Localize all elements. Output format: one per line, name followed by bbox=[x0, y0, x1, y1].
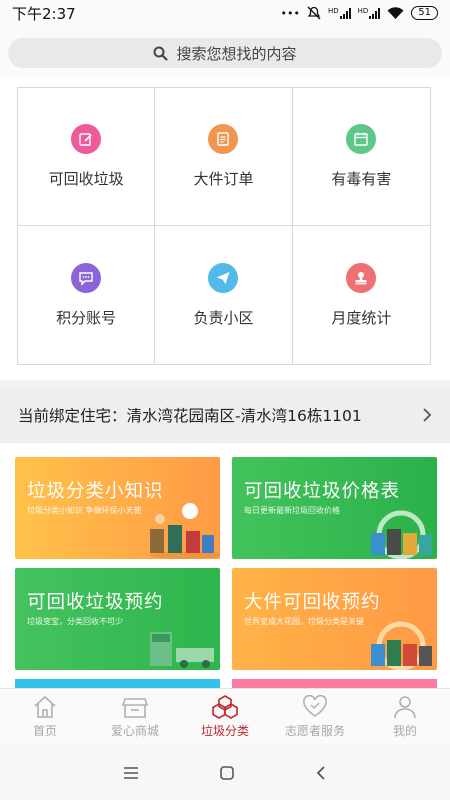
home-square-icon[interactable] bbox=[219, 765, 235, 781]
function-grid-section: 可回收垃圾 大件订单 有毒有害 积分账号 负责小区 月度统计 bbox=[0, 76, 450, 380]
tab-home[interactable]: 首页 bbox=[0, 689, 90, 745]
system-navigation-bar bbox=[0, 745, 450, 800]
bulky-recycling-illustration-icon bbox=[371, 621, 432, 670]
wifi-icon bbox=[387, 6, 404, 19]
hexagon-icon bbox=[212, 695, 238, 719]
chevron-right-icon bbox=[423, 408, 432, 422]
status-time: 下午2:37 bbox=[12, 4, 76, 23]
grid-item-monthly-stats[interactable]: 月度统计 bbox=[293, 226, 430, 364]
signal-1: HD bbox=[328, 7, 351, 19]
feature-banners: 垃圾分类小知识 垃圾分类小知识 争做环保小天使 可回收垃圾价格表 每日更新最新垃… bbox=[0, 443, 450, 688]
tab-label: 我的 bbox=[392, 724, 417, 738]
more-dots-icon: ••• bbox=[280, 6, 300, 20]
tab-label: 志愿者服务 bbox=[284, 724, 345, 738]
grid-item-communities[interactable]: 负责小区 bbox=[155, 226, 293, 364]
hd-label-2: HD bbox=[357, 7, 369, 15]
user-icon bbox=[394, 696, 416, 719]
tab-waste-sorting[interactable]: 垃圾分类 bbox=[180, 689, 270, 745]
heart-icon bbox=[303, 695, 327, 717]
bottom-tab-bar: 首页 爱心商城 垃圾分类 志愿者服务 我的 bbox=[0, 688, 450, 745]
banner-subtitle: 世界变成大花园，垃圾分类是关键 bbox=[244, 617, 364, 626]
app-screen: 下午2:37 ••• HD HD 51 搜索您想找的内容 可回收垃圾 大件订单 … bbox=[0, 0, 450, 800]
grid-item-label: 月度统计 bbox=[331, 308, 392, 327]
status-bar: 下午2:37 ••• HD HD 51 bbox=[0, 0, 450, 26]
trash-bins-illustration-icon bbox=[149, 503, 220, 559]
banner-recyclable-booking[interactable]: 可回收垃圾预约 垃圾变宝，分类回收不可少 bbox=[15, 568, 220, 670]
tab-label: 首页 bbox=[32, 724, 57, 738]
shop-icon bbox=[122, 698, 148, 718]
banner-title: 可回收垃圾价格表 bbox=[244, 481, 401, 502]
stamp-icon bbox=[346, 262, 377, 293]
grid-item-label: 积分账号 bbox=[56, 308, 117, 327]
grid-item-label: 负责小区 bbox=[193, 308, 254, 327]
signal-bars-icon bbox=[369, 7, 381, 19]
bound-residence-text: 当前绑定住宅：清水湾花园南区-清水湾16栋1101 bbox=[18, 407, 362, 425]
calendar-icon bbox=[346, 124, 377, 154]
signal-2: HD bbox=[358, 7, 381, 19]
recycle-bins-illustration-icon bbox=[371, 510, 432, 559]
banner-peek-blue bbox=[15, 679, 220, 688]
tab-mine[interactable]: 我的 bbox=[360, 689, 450, 745]
grid-item-bulky-orders[interactable]: 大件订单 bbox=[155, 88, 293, 226]
menu-icon[interactable] bbox=[123, 766, 139, 780]
grid-item-label: 有毒有害 bbox=[331, 170, 392, 188]
grid-item-recyclable[interactable]: 可回收垃圾 bbox=[18, 88, 156, 226]
home-icon bbox=[34, 695, 56, 718]
tab-label: 爱心商城 bbox=[110, 724, 159, 738]
function-grid: 可回收垃圾 大件订单 有毒有害 积分账号 负责小区 月度统计 bbox=[17, 87, 431, 365]
truck-bins-illustration-icon bbox=[150, 632, 214, 668]
banner-sorting-knowledge[interactable]: 垃圾分类小知识 垃圾分类小知识 争做环保小天使 bbox=[15, 457, 220, 559]
banner-bulky-booking[interactable]: 大件可回收预约 世界变成大花园，垃圾分类是关键 bbox=[232, 568, 437, 670]
banner-subtitle: 垃圾变宝，分类回收不可少 bbox=[27, 617, 123, 626]
system-icons: ••• HD HD 51 bbox=[280, 6, 438, 20]
banner-subtitle: 每日更新最新垃圾回收价格 bbox=[244, 506, 340, 515]
banner-peek-pink bbox=[232, 679, 437, 688]
search-bar-container: 搜索您想找的内容 bbox=[0, 26, 450, 76]
grid-item-hazardous[interactable]: 有毒有害 bbox=[292, 88, 430, 226]
search-placeholder: 搜索您想找的内容 bbox=[176, 44, 297, 63]
search-icon bbox=[153, 46, 169, 61]
tab-volunteer-service[interactable]: 志愿者服务 bbox=[270, 689, 360, 745]
grid-item-points-account[interactable]: 积分账号 bbox=[18, 226, 156, 364]
tab-charity-mall[interactable]: 爱心商城 bbox=[90, 689, 180, 745]
banner-title: 大件可回收预约 bbox=[244, 592, 381, 613]
grid-item-label: 大件订单 bbox=[193, 170, 254, 188]
bound-residence-row[interactable]: 当前绑定住宅：清水湾花园南区-清水湾16栋1101 bbox=[0, 387, 450, 443]
battery-indicator: 51 bbox=[411, 6, 438, 20]
grid-item-label: 可回收垃圾 bbox=[48, 170, 124, 188]
banner-subtitle: 垃圾分类小知识 争做环保小天使 bbox=[27, 506, 142, 515]
banner-price-list[interactable]: 可回收垃圾价格表 每日更新最新垃圾回收价格 bbox=[232, 457, 437, 559]
document-icon bbox=[208, 124, 239, 154]
paper-plane-icon bbox=[208, 262, 239, 293]
tab-label: 垃圾分类 bbox=[200, 724, 249, 738]
search-input[interactable]: 搜索您想找的内容 bbox=[8, 38, 442, 68]
edit-icon bbox=[71, 124, 102, 154]
signal-bars-icon bbox=[339, 7, 351, 19]
chat-icon bbox=[71, 262, 102, 293]
mute-bell-icon bbox=[307, 6, 321, 20]
back-icon[interactable] bbox=[315, 765, 327, 781]
hd-label-1: HD bbox=[327, 7, 339, 15]
